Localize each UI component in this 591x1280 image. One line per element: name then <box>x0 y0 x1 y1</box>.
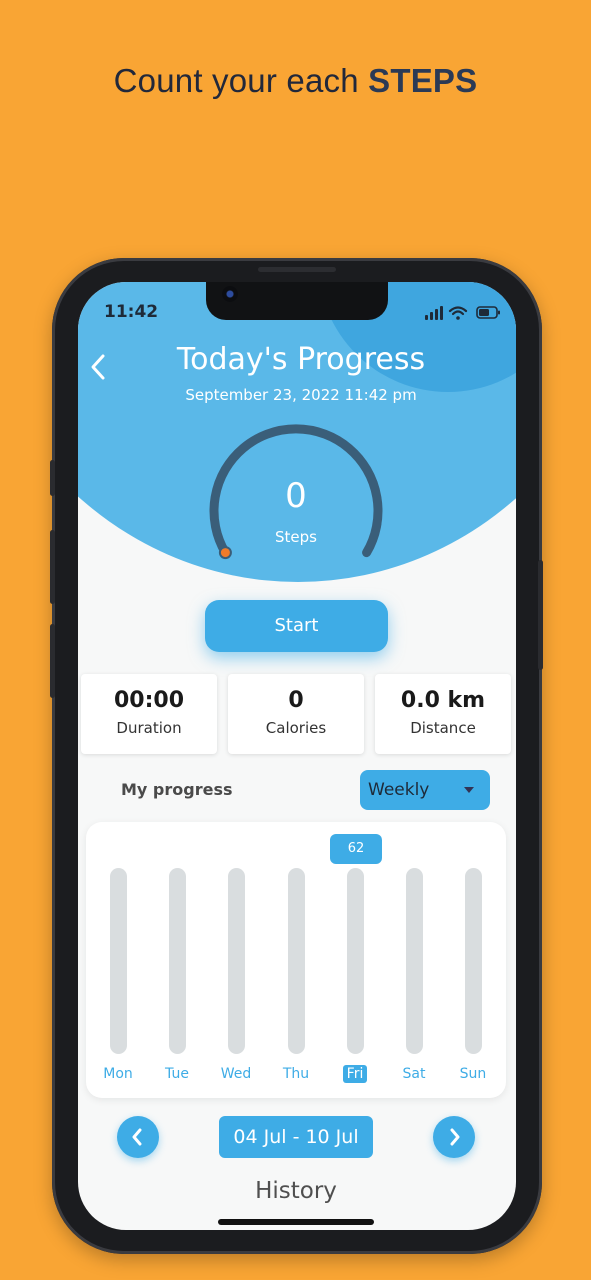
battery-icon <box>476 306 500 319</box>
headline-text: Count your each <box>113 62 369 99</box>
period-select[interactable]: Weekly <box>360 770 490 810</box>
week-range[interactable]: 04 Jul - 10 Jul <box>219 1116 373 1158</box>
stat-distance: 0.0 km Distance <box>375 674 511 754</box>
distance-value: 0.0 km <box>400 688 486 713</box>
history-link[interactable]: History <box>196 1178 396 1204</box>
page-date: September 23, 2022 11:42 pm <box>185 386 417 404</box>
volume-up-button <box>50 530 55 604</box>
chart-day-label-mon[interactable]: Mon <box>96 1066 140 1082</box>
wifi-icon <box>448 306 468 320</box>
my-progress-title: My progress <box>121 780 233 799</box>
day-label-text: Tue <box>165 1066 189 1082</box>
chart-bar-tue[interactable] <box>169 868 186 1054</box>
speaker-grille <box>258 267 336 272</box>
steps-label: Steps <box>275 528 317 546</box>
chart-day-label-sat[interactable]: Sat <box>392 1066 436 1082</box>
headline-emphasis: STEPS <box>368 62 478 99</box>
chart-bar-thu[interactable] <box>288 868 305 1054</box>
caret-down-icon <box>464 787 474 793</box>
status-icons <box>425 304 503 326</box>
status-time: 11:42 <box>104 302 159 322</box>
promo-headline: Count your each STEPS <box>0 62 591 100</box>
gauge-progress-marker <box>218 546 232 560</box>
chart-bar-wed[interactable] <box>228 868 245 1054</box>
day-label-text: Sat <box>402 1066 426 1082</box>
stat-duration: 00:00 Duration <box>81 674 217 754</box>
front-camera <box>222 286 238 302</box>
duration-label: Duration <box>116 719 182 737</box>
power-button <box>538 560 543 670</box>
mute-switch <box>50 460 55 496</box>
chevron-right-icon <box>450 1128 460 1146</box>
day-label-text: Thu <box>282 1066 310 1082</box>
signal-icon <box>425 306 443 320</box>
page-title: Today's Progress <box>176 342 426 377</box>
chart-day-label-fri[interactable]: Fri <box>333 1065 377 1083</box>
day-label-text: Mon <box>103 1066 133 1082</box>
next-week-button[interactable] <box>433 1116 475 1158</box>
chart-bar-mon[interactable] <box>110 868 127 1054</box>
calories-value: 0 <box>288 688 304 713</box>
start-button[interactable]: Start <box>205 600 388 652</box>
chart-day-label-wed[interactable]: Wed <box>214 1066 258 1082</box>
chart-bar-fri[interactable] <box>347 868 364 1054</box>
chart-bar-sat[interactable] <box>406 868 423 1054</box>
day-label-text: Fri <box>342 1065 368 1083</box>
chart-day-label-sun[interactable]: Sun <box>451 1066 495 1082</box>
home-indicator <box>218 1219 374 1225</box>
period-select-value: Weekly <box>368 780 430 800</box>
duration-value: 00:00 <box>113 688 185 713</box>
chart-day-label-tue[interactable]: Tue <box>155 1066 199 1082</box>
steps-count: 0 <box>285 476 307 516</box>
bar-tooltip: 62 <box>330 834 382 864</box>
chart-bar-sun[interactable] <box>465 868 482 1054</box>
chart-day-label-thu[interactable]: Thu <box>274 1066 318 1082</box>
chevron-left-icon <box>132 1128 142 1146</box>
distance-label: Distance <box>410 719 476 737</box>
calories-label: Calories <box>265 719 327 737</box>
day-label-text: Wed <box>220 1066 252 1082</box>
volume-down-button <box>50 624 55 698</box>
prev-week-button[interactable] <box>117 1116 159 1158</box>
day-label-text: Sun <box>459 1066 487 1082</box>
stat-calories: 0 Calories <box>228 674 364 754</box>
